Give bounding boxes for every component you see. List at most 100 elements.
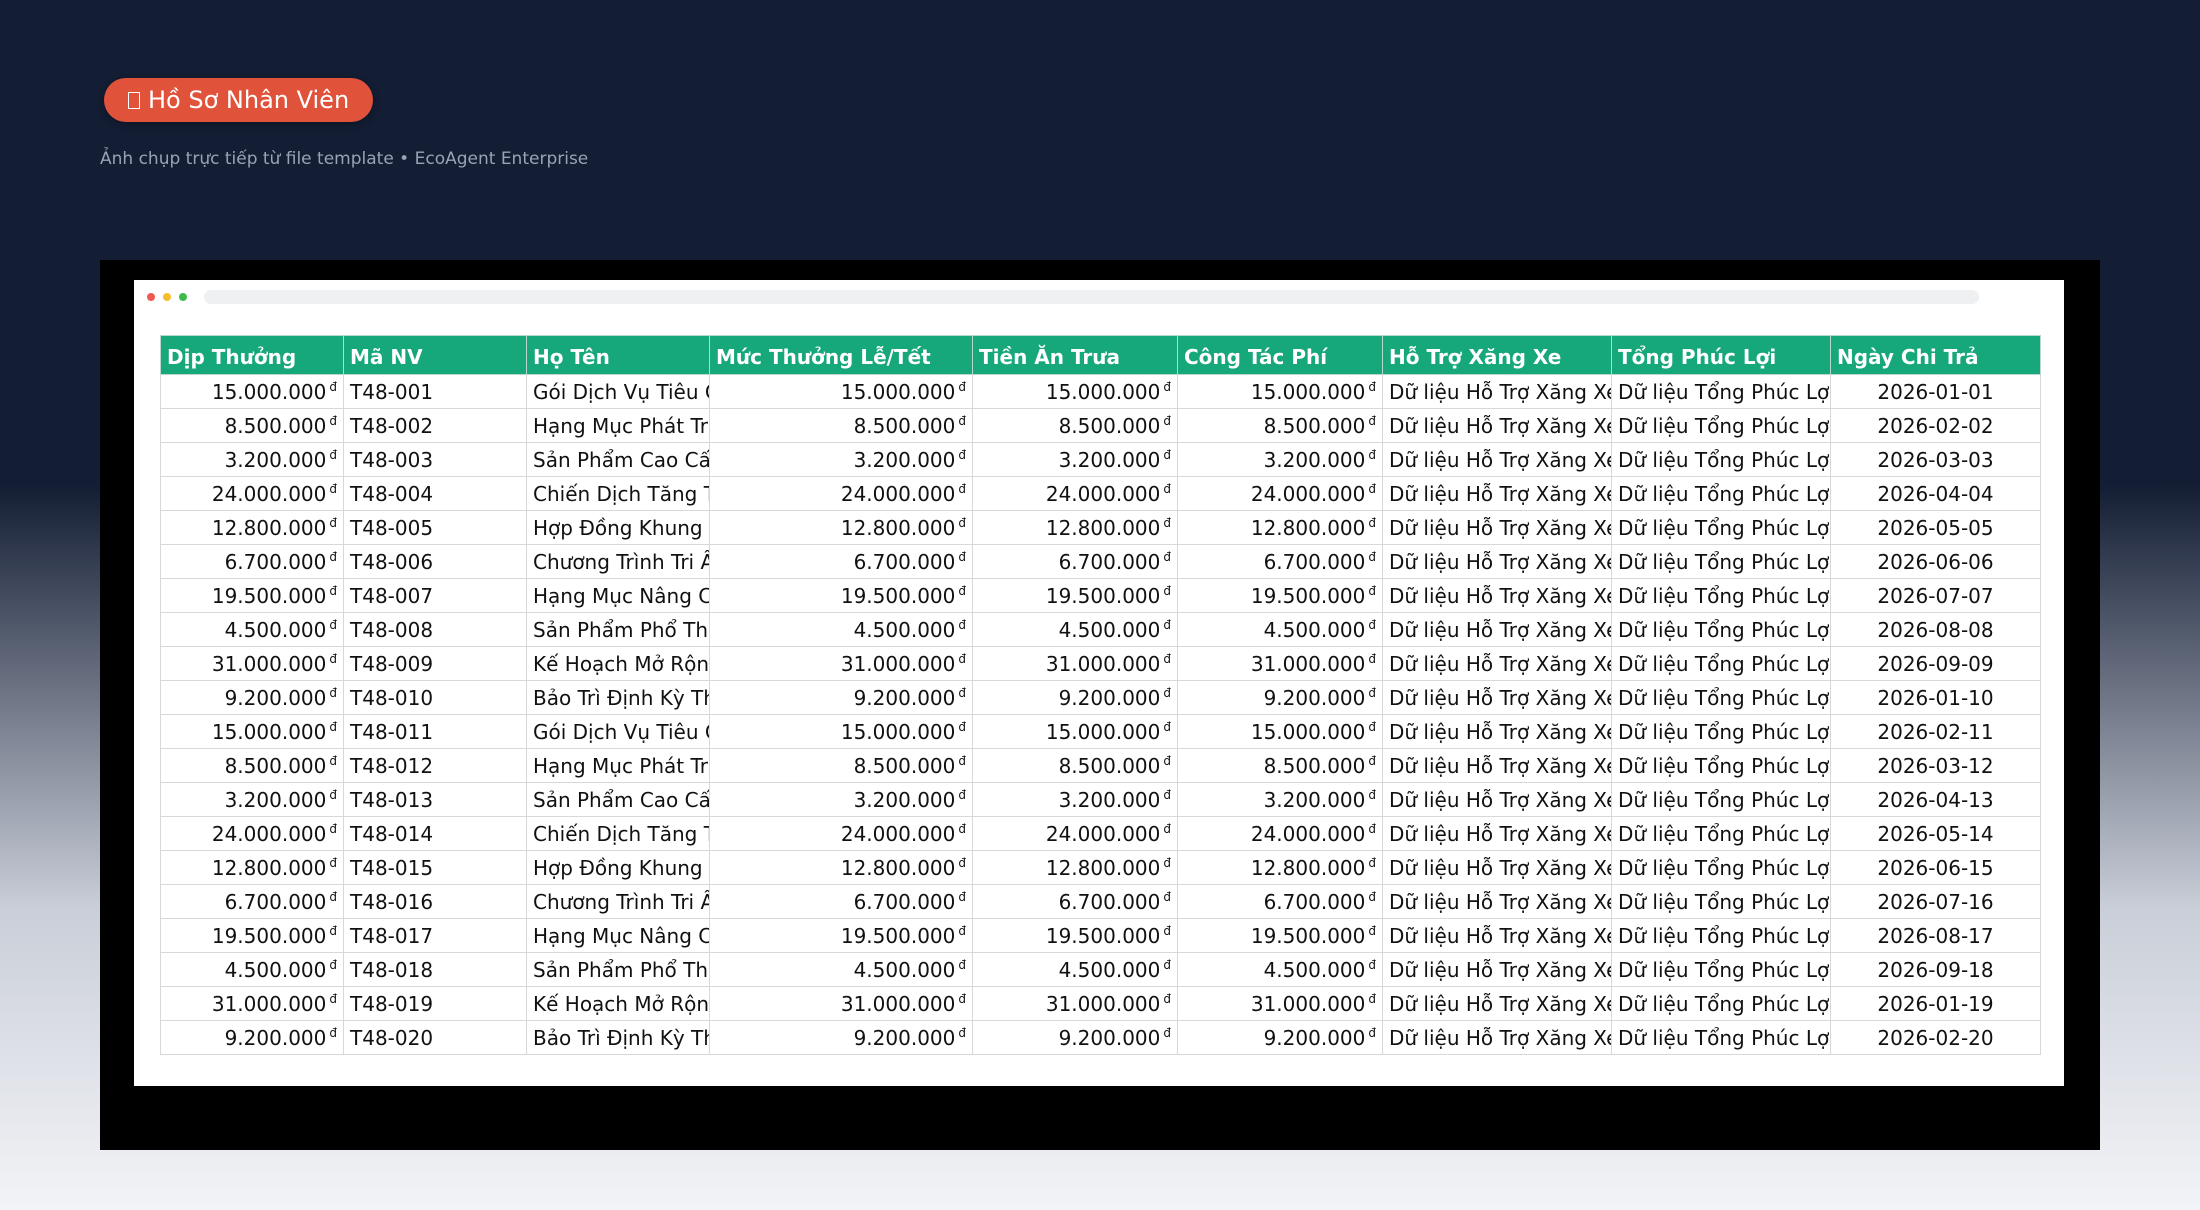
table-cell[interactable]: T48-002 — [343, 408, 527, 443]
table-cell[interactable]: Dữ liệu Tổng Phúc Lợi — [1611, 408, 1831, 443]
table-cell[interactable]: Dữ liệu Tổng Phúc Lợi — [1611, 714, 1831, 749]
table-cell[interactable]: Dữ liệu Tổng Phúc Lợi — [1611, 510, 1831, 545]
table-cell[interactable]: T48-012 — [343, 748, 527, 783]
column-header[interactable]: Tổng Phúc Lợi — [1611, 335, 1831, 375]
table-cell[interactable]: Dữ liệu Hỗ Trợ Xăng Xe — [1382, 850, 1612, 885]
table-cell[interactable]: Hạng Mục Nâng Cấp — [526, 918, 710, 953]
table-cell[interactable]: Dữ liệu Tổng Phúc Lợi — [1611, 816, 1831, 851]
table-cell[interactable]: T48-008 — [343, 612, 527, 647]
table-cell[interactable]: Kế Hoạch Mở Rộng — [526, 986, 710, 1021]
table-cell[interactable]: 8.500.000 đ — [1177, 748, 1383, 783]
table-cell[interactable]: T48-004 — [343, 476, 527, 511]
table-cell[interactable]: 2026-09-18 — [1830, 952, 2041, 987]
table-cell[interactable]: 24.000.000 đ — [1177, 816, 1383, 851]
table-cell[interactable]: Hợp Đồng Khung Quý — [526, 510, 710, 545]
table-cell[interactable]: 2026-07-16 — [1830, 884, 2041, 919]
table-cell[interactable]: Dữ liệu Tổng Phúc Lợi — [1611, 612, 1831, 647]
table-cell[interactable]: Dữ liệu Tổng Phúc Lợi — [1611, 884, 1831, 919]
table-cell[interactable]: 3.200.000 đ — [709, 442, 973, 477]
table-cell[interactable]: 4.500.000 đ — [709, 612, 973, 647]
table-cell[interactable]: 2026-02-20 — [1830, 1020, 2041, 1055]
table-cell[interactable]: 12.800.000 đ — [1177, 510, 1383, 545]
table-cell[interactable]: 15.000.000 đ — [1177, 374, 1383, 409]
table-cell[interactable]: Chiến Dịch Tăng Trưởng — [526, 476, 710, 511]
table-cell[interactable]: Sản Phẩm Phổ Thông — [526, 612, 710, 647]
table-cell[interactable]: 24.000.000 đ — [709, 816, 973, 851]
column-header[interactable]: Tiền Ăn Trưa — [972, 335, 1178, 375]
table-cell[interactable]: 9.200.000 đ — [709, 680, 973, 715]
table-cell[interactable]: Dữ liệu Hỗ Trợ Xăng Xe — [1382, 646, 1612, 681]
table-cell[interactable]: Gói Dịch Vụ Tiêu Chuẩn — [526, 374, 710, 409]
table-cell[interactable]: 4.500.000 đ — [972, 952, 1178, 987]
table-cell[interactable]: Dữ liệu Hỗ Trợ Xăng Xe — [1382, 578, 1612, 613]
column-header[interactable]: Dịp Thưởng — [160, 335, 344, 375]
table-cell[interactable]: Dữ liệu Hỗ Trợ Xăng Xe — [1382, 816, 1612, 851]
table-cell[interactable]: Dữ liệu Hỗ Trợ Xăng Xe — [1382, 918, 1612, 953]
table-cell[interactable]: 2026-01-19 — [1830, 986, 2041, 1021]
table-cell[interactable]: 3.200.000 đ — [1177, 442, 1383, 477]
table-cell[interactable]: 15.000.000 đ — [160, 374, 344, 409]
table-cell[interactable]: 2026-06-15 — [1830, 850, 2041, 885]
table-cell[interactable]: Hạng Mục Phát Triển — [526, 748, 710, 783]
table-cell[interactable]: 2026-05-14 — [1830, 816, 2041, 851]
table-cell[interactable]: 31.000.000 đ — [972, 986, 1178, 1021]
table-cell[interactable]: 31.000.000 đ — [972, 646, 1178, 681]
table-cell[interactable]: 3.200.000 đ — [972, 782, 1178, 817]
table-cell[interactable]: Dữ liệu Hỗ Trợ Xăng Xe — [1382, 1020, 1612, 1055]
table-cell[interactable]: Dữ liệu Tổng Phúc Lợi — [1611, 850, 1831, 885]
table-cell[interactable]: Bảo Trì Định Kỳ Tháng — [526, 680, 710, 715]
table-cell[interactable]: 2026-04-13 — [1830, 782, 2041, 817]
table-cell[interactable]: 31.000.000 đ — [1177, 986, 1383, 1021]
table-cell[interactable]: Dữ liệu Hỗ Trợ Xăng Xe — [1382, 680, 1612, 715]
table-cell[interactable]: 8.500.000 đ — [709, 748, 973, 783]
table-cell[interactable]: 6.700.000 đ — [1177, 884, 1383, 919]
table-cell[interactable]: 2026-08-08 — [1830, 612, 2041, 647]
table-cell[interactable]: 8.500.000 đ — [1177, 408, 1383, 443]
table-cell[interactable]: 8.500.000 đ — [160, 748, 344, 783]
table-cell[interactable]: Dữ liệu Tổng Phúc Lợi — [1611, 918, 1831, 953]
table-cell[interactable]: Dữ liệu Hỗ Trợ Xăng Xe — [1382, 714, 1612, 749]
table-cell[interactable]: 9.200.000 đ — [1177, 1020, 1383, 1055]
table-cell[interactable]: 2026-04-04 — [1830, 476, 2041, 511]
table-cell[interactable]: 4.500.000 đ — [160, 612, 344, 647]
table-cell[interactable]: Dữ liệu Tổng Phúc Lợi — [1611, 374, 1831, 409]
table-cell[interactable]: Dữ liệu Hỗ Trợ Xăng Xe — [1382, 476, 1612, 511]
table-cell[interactable]: 31.000.000 đ — [160, 986, 344, 1021]
table-cell[interactable]: 8.500.000 đ — [972, 408, 1178, 443]
table-cell[interactable]: 24.000.000 đ — [972, 476, 1178, 511]
table-cell[interactable]: Gói Dịch Vụ Tiêu Chuẩn — [526, 714, 710, 749]
table-cell[interactable]: Dữ liệu Tổng Phúc Lợi — [1611, 782, 1831, 817]
column-header[interactable]: Mức Thưởng Lễ/Tết — [709, 335, 973, 375]
table-cell[interactable]: T48-009 — [343, 646, 527, 681]
table-cell[interactable]: 2026-03-12 — [1830, 748, 2041, 783]
table-cell[interactable]: T48-016 — [343, 884, 527, 919]
table-cell[interactable]: T48-015 — [343, 850, 527, 885]
table-cell[interactable]: 3.200.000 đ — [1177, 782, 1383, 817]
table-cell[interactable]: Hợp Đồng Khung Quý — [526, 850, 710, 885]
table-cell[interactable]: T48-019 — [343, 986, 527, 1021]
table-cell[interactable]: 12.800.000 đ — [972, 510, 1178, 545]
table-cell[interactable]: 3.200.000 đ — [709, 782, 973, 817]
table-cell[interactable]: 8.500.000 đ — [972, 748, 1178, 783]
table-cell[interactable]: Bảo Trì Định Kỳ Tháng — [526, 1020, 710, 1055]
table-cell[interactable]: T48-006 — [343, 544, 527, 579]
table-cell[interactable]: Dữ liệu Tổng Phúc Lợi — [1611, 986, 1831, 1021]
table-cell[interactable]: 6.700.000 đ — [1177, 544, 1383, 579]
table-cell[interactable]: 9.200.000 đ — [972, 680, 1178, 715]
table-cell[interactable]: 19.500.000 đ — [709, 578, 973, 613]
table-cell[interactable]: Dữ liệu Hỗ Trợ Xăng Xe — [1382, 884, 1612, 919]
table-cell[interactable]: 2026-01-10 — [1830, 680, 2041, 715]
table-cell[interactable]: 12.800.000 đ — [160, 850, 344, 885]
table-cell[interactable]: Chiến Dịch Tăng Trưởng — [526, 816, 710, 851]
table-cell[interactable]: Dữ liệu Tổng Phúc Lợi — [1611, 680, 1831, 715]
table-cell[interactable]: 6.700.000 đ — [972, 544, 1178, 579]
table-cell[interactable]: 2026-09-09 — [1830, 646, 2041, 681]
table-cell[interactable]: 9.200.000 đ — [1177, 680, 1383, 715]
table-cell[interactable]: 12.800.000 đ — [160, 510, 344, 545]
table-cell[interactable]: 19.500.000 đ — [709, 918, 973, 953]
table-cell[interactable]: 6.700.000 đ — [160, 544, 344, 579]
table-cell[interactable]: 24.000.000 đ — [709, 476, 973, 511]
table-cell[interactable]: Dữ liệu Tổng Phúc Lợi — [1611, 952, 1831, 987]
table-cell[interactable]: 2026-03-03 — [1830, 442, 2041, 477]
table-cell[interactable]: Dữ liệu Hỗ Trợ Xăng Xe — [1382, 544, 1612, 579]
